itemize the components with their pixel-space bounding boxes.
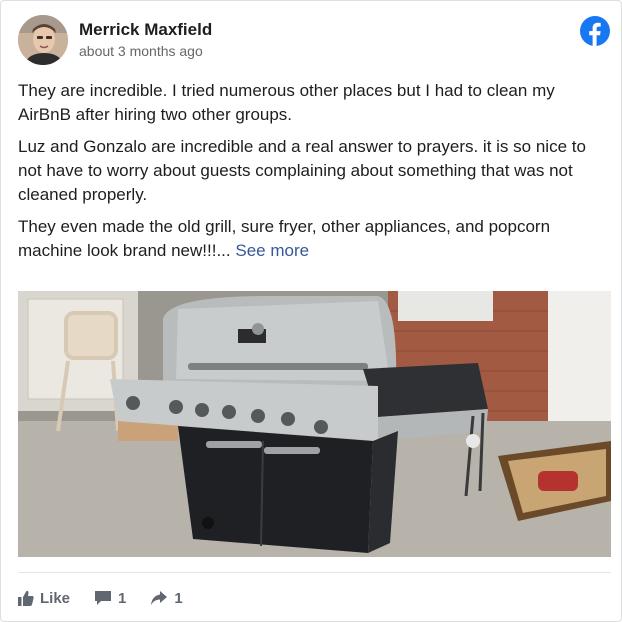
share-arrow-icon xyxy=(151,591,168,605)
like-button[interactable]: Like xyxy=(18,590,70,607)
share-count: 1 xyxy=(174,589,183,607)
comment-button[interactable]: 1 xyxy=(94,590,126,607)
review-card: Merrick Maxfield about 3 months ago They… xyxy=(0,0,622,622)
facebook-icon[interactable] xyxy=(580,16,610,46)
post-actions: Like 1 1 xyxy=(18,586,207,610)
comment-count: 1 xyxy=(118,589,127,607)
post-paragraph: They are incredible. I tried numerous ot… xyxy=(18,81,555,124)
post-text: They are incredible. I tried numerous ot… xyxy=(18,79,608,271)
share-button[interactable]: 1 xyxy=(150,589,183,607)
post-paragraph-last: They even made the old grill, sure fryer… xyxy=(18,215,608,263)
thumbs-up-icon xyxy=(18,590,34,606)
post-photo[interactable] xyxy=(18,291,611,557)
post-paragraph: Luz and Gonzalo are incredible and a rea… xyxy=(18,137,586,204)
see-more-link[interactable]: See more xyxy=(235,241,309,260)
comment-bubble-icon xyxy=(95,591,112,605)
like-label: Like xyxy=(40,589,71,607)
grill-photo xyxy=(18,291,611,557)
avatar-photo xyxy=(18,15,68,65)
avatar[interactable] xyxy=(18,15,68,65)
author-name[interactable]: Merrick Maxfield xyxy=(79,20,212,40)
post-timestamp[interactable]: about 3 months ago xyxy=(79,43,203,59)
actions-divider xyxy=(18,572,611,573)
